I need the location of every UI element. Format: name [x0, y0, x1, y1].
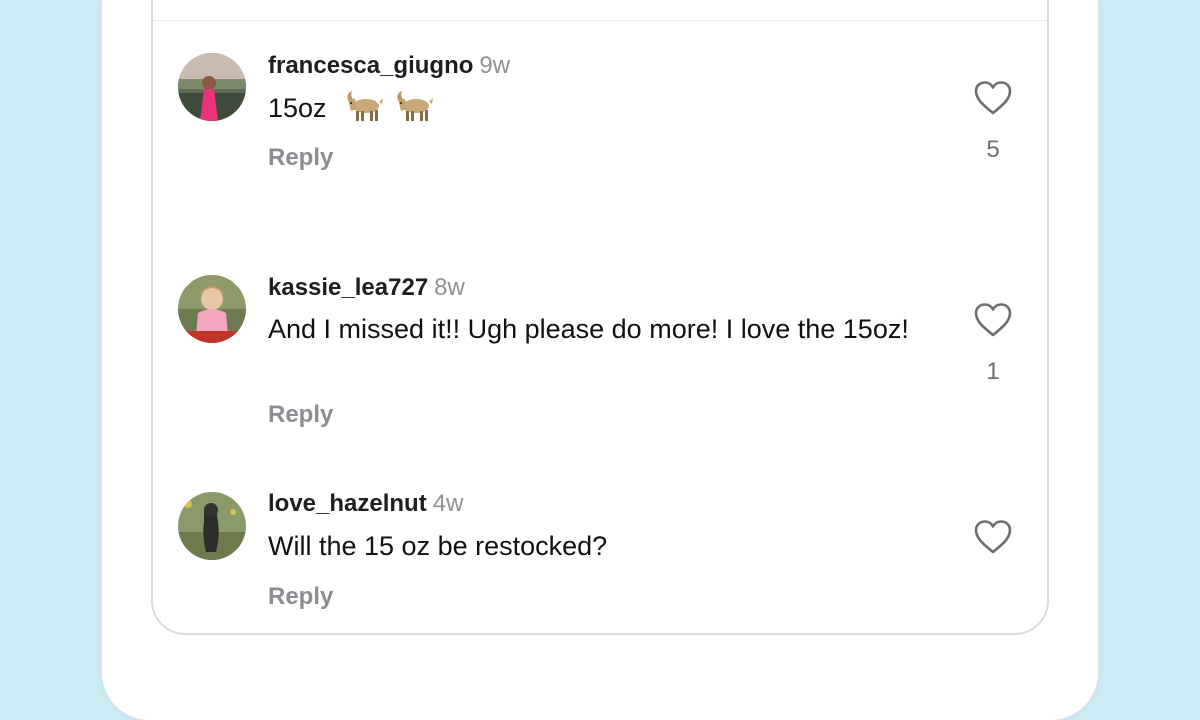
like-heart-icon[interactable] — [973, 80, 1013, 118]
username[interactable]: kassie_lea727 — [268, 274, 428, 301]
goat-icon — [342, 89, 384, 132]
comment-meta: francesca_giugno 9w — [268, 52, 510, 80]
reply-button[interactable]: Reply — [268, 144, 333, 172]
avatar[interactable] — [178, 53, 246, 121]
divider — [153, 20, 1047, 21]
like-count: 1 — [986, 358, 1000, 385]
timestamp: 8w — [434, 274, 465, 301]
username[interactable]: love_hazelnut — [268, 490, 427, 517]
comment-meta: kassie_lea727 8w — [268, 274, 465, 302]
reply-button[interactable]: Reply — [268, 583, 333, 611]
like-count: 5 — [986, 136, 1000, 163]
comment-body: Will the 15 oz be restocked? — [268, 531, 608, 561]
avatar[interactable] — [178, 492, 246, 560]
comment-meta: love_hazelnut 4w — [268, 490, 463, 518]
comment-body: 15oz — [268, 93, 327, 123]
comment-body: And I missed it!! Ugh please do more! I … — [268, 314, 909, 344]
avatar[interactable] — [178, 275, 246, 343]
goat-icon — [392, 89, 434, 132]
timestamp: 9w — [479, 52, 511, 79]
username[interactable]: francesca_giugno — [268, 52, 473, 79]
timestamp: 4w — [432, 490, 464, 517]
comment-text: 15oz — [268, 89, 948, 132]
reply-button[interactable]: Reply — [268, 401, 333, 429]
like-heart-icon[interactable] — [973, 302, 1013, 340]
like-heart-icon[interactable] — [973, 519, 1013, 557]
